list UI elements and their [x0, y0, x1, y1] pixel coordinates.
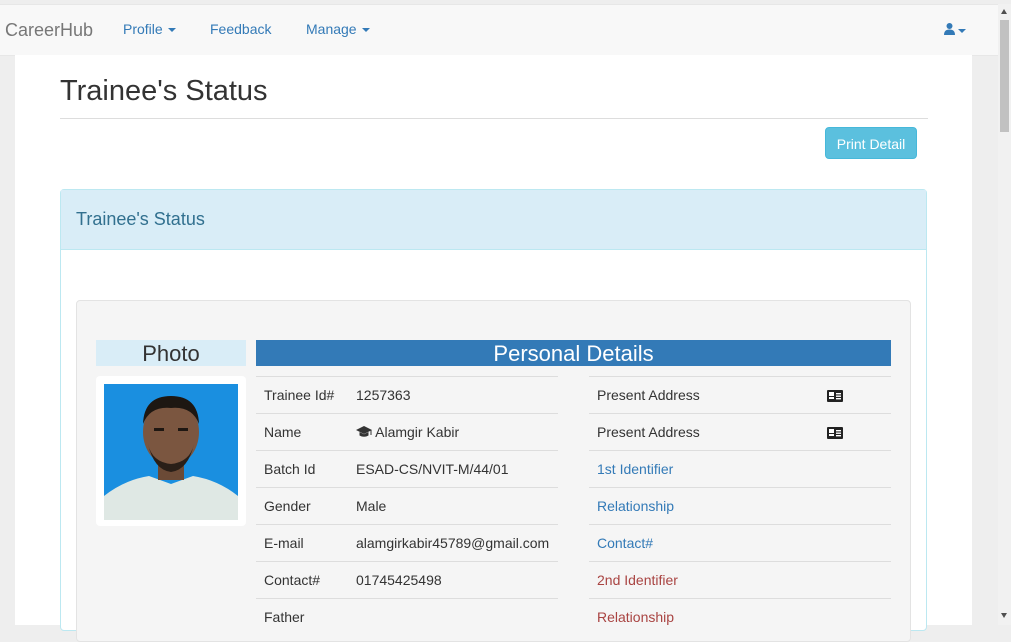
table-row: Name Alamgir Kabir: [256, 413, 558, 451]
brand-logo[interactable]: CareerHub: [5, 20, 93, 41]
scroll-up-icon[interactable]: [1001, 9, 1007, 14]
table-row: Gender Male: [256, 487, 558, 525]
row-value: 01745425498: [348, 561, 558, 599]
row-label: Contact#: [256, 561, 348, 599]
title-divider: [60, 118, 928, 119]
row-label: Name: [256, 413, 348, 451]
table-row: Relationship: [589, 487, 891, 525]
row-label: Present Address: [589, 413, 819, 451]
graduation-cap-icon: [356, 426, 372, 437]
row-value: ESAD-CS/NVIT-M/44/01: [348, 450, 558, 488]
personal-details-heading: Personal Details: [256, 340, 891, 366]
row-icon: [819, 413, 891, 451]
table-row: E-mail alamgirkabir45789@gmail.com: [256, 524, 558, 562]
name-value: Alamgir Kabir: [375, 424, 460, 440]
table-row: Contact#: [589, 524, 891, 562]
panel-heading: Trainee's Status: [61, 190, 926, 250]
nav-profile-label: Profile: [123, 21, 163, 37]
trainee-photo-image: [104, 384, 238, 520]
print-detail-button[interactable]: Print Detail: [825, 127, 917, 159]
row-value: Male: [348, 487, 558, 525]
first-contact-label: Contact#: [589, 524, 891, 562]
chevron-down-icon: [361, 28, 370, 33]
table-row: Present Address: [589, 413, 891, 451]
first-relationship-label: Relationship: [589, 487, 891, 525]
panel-title: Trainee's Status: [76, 209, 205, 229]
chevron-down-icon: [958, 29, 966, 34]
row-value: alamgirkabir45789@gmail.com: [348, 524, 558, 562]
row-icon: [819, 376, 891, 414]
nav-profile[interactable]: Profile: [123, 21, 176, 37]
row-value: [348, 598, 558, 635]
row-label: Trainee Id#: [256, 376, 348, 414]
address-card-icon[interactable]: [827, 390, 843, 403]
second-relationship-label: Relationship: [589, 598, 891, 635]
row-label: Gender: [256, 487, 348, 525]
table-row: Present Address: [589, 376, 891, 414]
trainee-card: Photo Personal Details Trainee Id# 12573…: [76, 300, 911, 642]
scrollbar-thumb[interactable]: [1000, 20, 1009, 132]
address-identifier-table: Present Address Present Address 1st Iden…: [589, 376, 891, 635]
main-content: Trainee's Status Print Detail Trainee's …: [15, 55, 972, 642]
row-label: E-mail: [256, 524, 348, 562]
photo-heading: Photo: [96, 340, 246, 366]
row-value: Alamgir Kabir: [348, 413, 558, 451]
address-card-icon[interactable]: [827, 427, 843, 440]
table-row: 2nd Identifier: [589, 561, 891, 599]
table-row: Father: [256, 598, 558, 635]
row-label: Father: [256, 598, 348, 635]
personal-details-table: Trainee Id# 1257363 Name Alamgir Kabir B…: [256, 376, 558, 635]
second-identifier-label: 2nd Identifier: [589, 561, 891, 599]
trainee-photo: [96, 376, 246, 526]
scroll-down-icon[interactable]: [1001, 613, 1007, 618]
first-identifier-label: 1st Identifier: [589, 450, 891, 488]
row-label: Batch Id: [256, 450, 348, 488]
table-row: Relationship: [589, 598, 891, 635]
row-value: 1257363: [348, 376, 558, 414]
table-row: 1st Identifier: [589, 450, 891, 488]
chevron-down-icon: [167, 28, 176, 33]
nav-manage-label: Manage: [306, 21, 357, 37]
user-menu[interactable]: [944, 22, 966, 38]
page-scrollbar[interactable]: [998, 4, 1011, 625]
user-icon: [944, 23, 955, 35]
nav-feedback[interactable]: Feedback: [210, 21, 271, 37]
row-label: Present Address: [589, 376, 819, 414]
nav-manage[interactable]: Manage: [306, 21, 370, 37]
page-title: Trainee's Status: [60, 75, 268, 107]
status-panel: Trainee's Status Photo Personal Details: [60, 189, 927, 642]
table-row: Batch Id ESAD-CS/NVIT-M/44/01: [256, 450, 558, 488]
table-row: Contact# 01745425498: [256, 561, 558, 599]
table-row: Trainee Id# 1257363: [256, 376, 558, 414]
top-navbar: CareerHub Profile Feedback Manage: [0, 4, 998, 56]
